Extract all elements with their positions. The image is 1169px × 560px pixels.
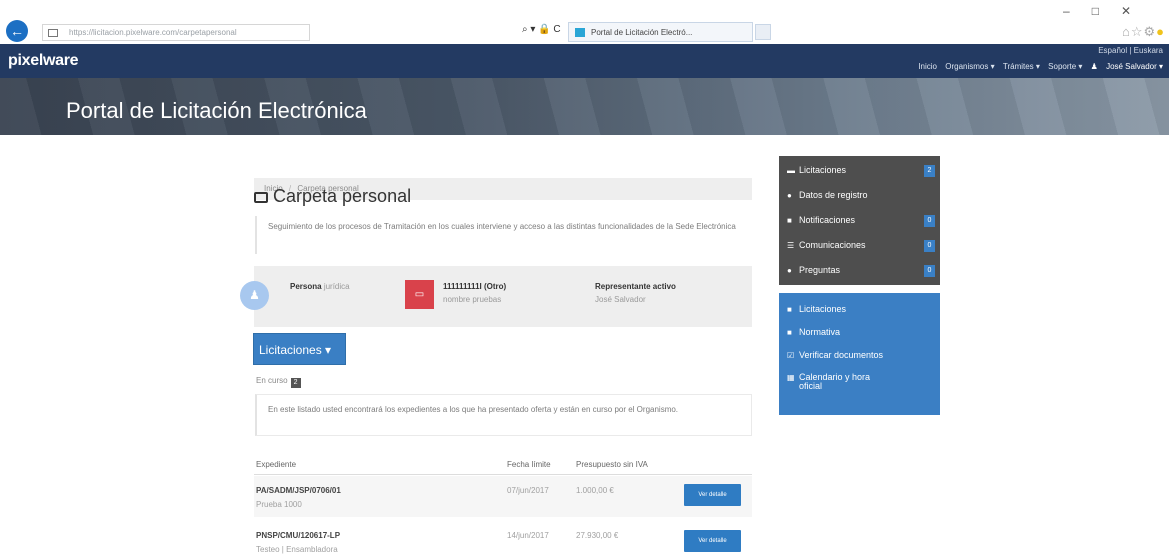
- page-title-text: Carpeta personal: [273, 186, 412, 206]
- sidebar-item-verificar[interactable]: ☑ Verificar documentos: [787, 350, 940, 373]
- list-icon: ☰: [787, 241, 795, 250]
- brand-logo[interactable]: pixelware: [8, 52, 79, 70]
- column-header-fecha: Fecha límite: [507, 460, 551, 469]
- browser-icons[interactable]: ⌂☆⚙●: [1122, 24, 1165, 40]
- user-name: José Salvador ▾: [1106, 62, 1163, 71]
- licitaciones-dropdown-button[interactable]: Licitaciones ▾: [253, 333, 346, 365]
- public-sidebar: ■ Licitaciones ■ Normativa ☑ Verificar docu…: [779, 293, 940, 415]
- row-name: Prueba 1000: [256, 500, 302, 509]
- sidebar-item-label: Verificar documentos: [799, 350, 884, 360]
- sidebar-item-label: Normativa: [799, 327, 841, 337]
- info-panel: [254, 266, 752, 327]
- tab-favicon-icon: [575, 28, 585, 37]
- sidebar-item-normativa[interactable]: ■ Normativa: [787, 327, 940, 350]
- sidebar-item-licitaciones[interactable]: ▬ Licitaciones 2: [787, 165, 940, 190]
- address-tools[interactable]: ⌕ ▾ 🔒 C: [522, 24, 561, 35]
- book-icon: ■: [787, 328, 792, 337]
- count-badge: 0: [924, 265, 935, 277]
- row-date: 07/jun/2017: [507, 486, 549, 495]
- row-name: Testeo | Ensambladora: [256, 545, 338, 554]
- column-header-expediente: Expediente: [256, 460, 297, 469]
- page-title: Carpeta personal: [254, 186, 411, 207]
- row-budget: 1.000,00 €: [576, 486, 614, 495]
- sidebar-item-licitaciones-public[interactable]: ■ Licitaciones: [787, 304, 940, 327]
- hero-title: Portal de Licitación Electrónica: [66, 98, 367, 123]
- sidebar-item-comunicaciones[interactable]: ☰ Comunicaciones 0: [787, 240, 940, 265]
- sidebar-item-label: Licitaciones: [799, 304, 847, 314]
- browser-tab[interactable]: Portal de Licitación Electró...: [568, 22, 753, 42]
- row-code[interactable]: PA/SADM/JSP/0706/01: [256, 486, 341, 495]
- status-count-badge: 2: [290, 378, 301, 388]
- question-icon: ●: [787, 266, 792, 275]
- url-text: https://licitacion.pixelware.com/carpeta…: [69, 28, 237, 37]
- count-badge: 2: [924, 165, 935, 177]
- table-row: [254, 476, 752, 517]
- check-icon: ☑: [787, 351, 795, 360]
- tab-title: Portal de Licitación Electró...: [591, 28, 693, 37]
- sidebar-item-label: Licitaciones: [799, 165, 847, 175]
- address-bar[interactable]: https://licitacion.pixelware.com/carpeta…: [42, 24, 310, 41]
- top-navbar: [0, 44, 1169, 78]
- language-switcher[interactable]: Español | Euskara: [1098, 46, 1163, 55]
- table-header-divider: [254, 474, 752, 475]
- page-description: Seguimiento de los procesos de Tramitaci…: [255, 216, 752, 254]
- sidebar-item-calendario[interactable]: ▦ Calendario y hora oficial: [787, 373, 940, 396]
- inbox-icon: [254, 192, 268, 203]
- status-label: En curso: [256, 376, 288, 385]
- nav-item-tramites[interactable]: Trámites ▾: [1003, 62, 1040, 71]
- sidebar-item-preguntas[interactable]: ● Preguntas 0: [787, 265, 940, 290]
- view-detail-button[interactable]: Ver detalle: [684, 484, 741, 506]
- sidebar-item-datos-registro[interactable]: ● Datos de registro: [787, 190, 940, 215]
- inbox-icon: ▬: [787, 166, 795, 175]
- rep-label: Representante activo: [595, 282, 676, 291]
- row-budget: 27.930,00 €: [576, 531, 619, 540]
- section-note: En este listado usted encontrará los exp…: [255, 394, 752, 436]
- column-header-presupuesto: Presupuesto sin IVA: [576, 460, 648, 469]
- count-badge: 0: [924, 240, 935, 252]
- back-arrow-icon[interactable]: ←: [6, 20, 28, 42]
- smiley-icon[interactable]: ●: [1156, 24, 1165, 39]
- new-tab-button[interactable]: [755, 24, 771, 40]
- id-card-icon: ▭: [405, 280, 434, 309]
- view-detail-button[interactable]: Ver detalle: [684, 530, 741, 552]
- nav-item-inicio[interactable]: Inicio: [918, 62, 937, 71]
- rep-value: José Salvador: [595, 295, 646, 304]
- entity-id: 111111111I (Otro): [443, 282, 507, 291]
- envelope-icon: ■: [787, 216, 792, 225]
- persona-label: Persona jurídica: [290, 282, 350, 291]
- nav-item-organismos[interactable]: Organismos ▾: [945, 62, 994, 71]
- file-icon: ■: [787, 305, 792, 314]
- sidebar-item-label: Datos de registro: [799, 190, 868, 200]
- calendar-icon: ▦: [787, 373, 795, 382]
- row-code[interactable]: PNSP/CMU/120617-LP: [256, 531, 340, 540]
- sidebar-item-notificaciones[interactable]: ■ Notificaciones 0: [787, 215, 940, 240]
- personal-sidebar: ▬ Licitaciones 2 ● Datos de registro ■ Notif…: [779, 156, 940, 285]
- browser-toolbar: ← https://licitacion.pixelware.com/carpe…: [0, 0, 1169, 44]
- nav-menu: Inicio Organismos ▾ Trámites ▾ Soporte ▾…: [912, 62, 1163, 71]
- row-date: 14/jun/2017: [507, 531, 549, 540]
- sidebar-item-label: Calendario y hora oficial: [799, 372, 871, 391]
- sidebar-item-label: Preguntas: [799, 265, 841, 275]
- sidebar-item-label: Notificaciones: [799, 215, 856, 225]
- status-filter[interactable]: En curso 2: [256, 376, 301, 388]
- user-icon: ●: [787, 191, 792, 200]
- nav-item-soporte[interactable]: Soporte ▾: [1048, 62, 1082, 71]
- sidebar-item-label: Comunicaciones: [799, 240, 866, 250]
- window-controls[interactable]: –□✕: [1063, 4, 1153, 18]
- entity-name: nombre pruebas: [443, 295, 502, 304]
- page-icon: [48, 29, 58, 37]
- count-badge: 0: [924, 215, 935, 227]
- persona-value: jurídica: [323, 282, 350, 291]
- user-menu[interactable]: ♟ José Salvador ▾: [1091, 62, 1163, 71]
- user-circle-icon: ♟: [240, 281, 269, 310]
